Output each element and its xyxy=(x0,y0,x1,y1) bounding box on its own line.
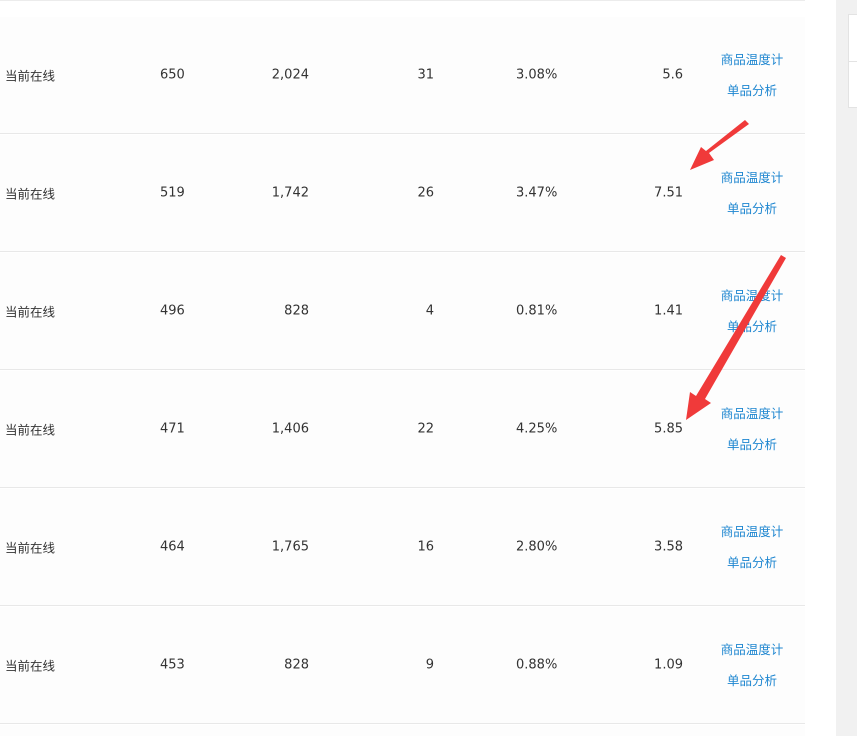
product-temperature-link[interactable]: 商品温度计 xyxy=(712,516,792,547)
side-panel-divider xyxy=(849,61,857,62)
status-text: 当前在线 xyxy=(5,422,56,438)
table-row-partial xyxy=(0,725,805,736)
single-product-analysis-link[interactable]: 单品分析 xyxy=(712,429,792,460)
table-cell: 0.88% xyxy=(516,657,558,673)
table-cell: 16 xyxy=(417,539,434,555)
table-row: 当前在线 519 1,742 26 3.47% 7.51 商品温度计 单品分析 xyxy=(0,135,805,252)
data-table: 当前在线 650 2,024 31 3.08% 5.6 商品温度计 单品分析 当… xyxy=(0,0,805,736)
table-cell: 1,406 xyxy=(271,421,309,437)
single-product-analysis-link[interactable]: 单品分析 xyxy=(712,75,792,106)
table-cell: 22 xyxy=(417,421,434,437)
single-product-analysis-link[interactable]: 单品分析 xyxy=(712,665,792,696)
status-text: 当前在线 xyxy=(5,304,56,320)
table-cell: 2,024 xyxy=(271,67,309,83)
product-temperature-link[interactable]: 商品温度计 xyxy=(712,634,792,665)
table-cell: 9 xyxy=(425,657,434,673)
status-text: 当前在线 xyxy=(5,186,56,202)
table-cell: 4.25% xyxy=(516,421,558,437)
table-cell: 4 xyxy=(425,303,434,319)
table-row: 当前在线 650 2,024 31 3.08% 5.6 商品温度计 单品分析 xyxy=(0,17,805,134)
table-cell: 650 xyxy=(160,67,185,83)
product-temperature-link[interactable]: 商品温度计 xyxy=(712,280,792,311)
table-cell: 3.58 xyxy=(654,539,683,555)
table-cell: 3.47% xyxy=(516,185,558,201)
product-temperature-link[interactable]: 商品温度计 xyxy=(712,398,792,429)
table-cell: 5.6 xyxy=(662,67,683,83)
table-cell: 471 xyxy=(160,421,185,437)
table-cell: 519 xyxy=(160,185,185,201)
side-panel-edge xyxy=(848,14,857,108)
table-cell: 828 xyxy=(284,657,309,673)
table-cell: 31 xyxy=(417,67,434,83)
table-cell: 453 xyxy=(160,657,185,673)
product-temperature-link[interactable]: 商品温度计 xyxy=(712,162,792,193)
single-product-analysis-link[interactable]: 单品分析 xyxy=(712,547,792,578)
row-actions: 商品温度计 单品分析 xyxy=(712,634,792,696)
row-actions: 商品温度计 单品分析 xyxy=(712,162,792,224)
product-temperature-link[interactable]: 商品温度计 xyxy=(712,44,792,75)
row-actions: 商品温度计 单品分析 xyxy=(712,516,792,578)
table-row: 当前在线 453 828 9 0.88% 1.09 商品温度计 单品分析 xyxy=(0,607,805,724)
table-cell: 1,742 xyxy=(271,185,309,201)
row-actions: 商品温度计 单品分析 xyxy=(712,44,792,106)
table-row: 当前在线 496 828 4 0.81% 1.41 商品温度计 单品分析 xyxy=(0,253,805,370)
page-gutter xyxy=(836,0,857,736)
table-cell: 828 xyxy=(284,303,309,319)
table-cell: 7.51 xyxy=(654,185,683,201)
single-product-analysis-link[interactable]: 单品分析 xyxy=(712,311,792,342)
row-actions: 商品温度计 单品分析 xyxy=(712,280,792,342)
table-cell: 464 xyxy=(160,539,185,555)
table-cell: 496 xyxy=(160,303,185,319)
table-cell: 5.85 xyxy=(654,421,683,437)
table-cell: 3.08% xyxy=(516,67,558,83)
status-text: 当前在线 xyxy=(5,68,56,84)
table-cell: 2.80% xyxy=(516,539,558,555)
table-row: 当前在线 464 1,765 16 2.80% 3.58 商品温度计 单品分析 xyxy=(0,489,805,606)
page: 当前在线 650 2,024 31 3.08% 5.6 商品温度计 单品分析 当… xyxy=(0,0,857,736)
table-cell: 0.81% xyxy=(516,303,558,319)
row-actions: 商品温度计 单品分析 xyxy=(712,398,792,460)
table-cell: 1.09 xyxy=(654,657,683,673)
status-text: 当前在线 xyxy=(5,658,56,674)
table-row: 当前在线 471 1,406 22 4.25% 5.85 商品温度计 单品分析 xyxy=(0,371,805,488)
table-cell: 1.41 xyxy=(654,303,683,319)
status-text: 当前在线 xyxy=(5,540,56,556)
table-cell: 1,765 xyxy=(271,539,309,555)
single-product-analysis-link[interactable]: 单品分析 xyxy=(712,193,792,224)
table-cell: 26 xyxy=(417,185,434,201)
